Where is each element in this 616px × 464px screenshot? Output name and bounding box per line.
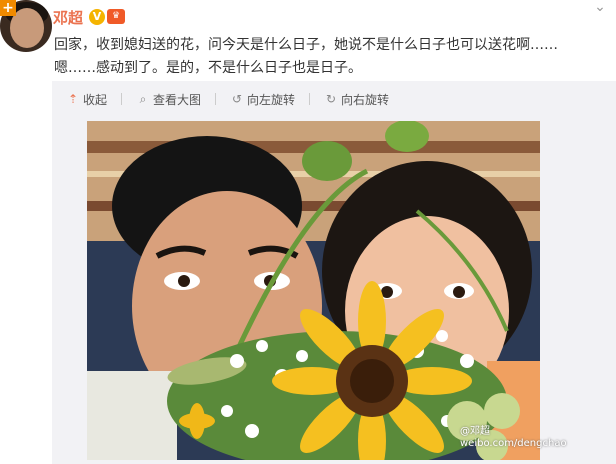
arrow-up-icon: ⇡ (67, 92, 79, 106)
media-toolbar: ⇡ 收起 ⌕ 查看大图 ↺ 向左旋转 ↻ 向右旋转 (52, 81, 616, 117)
rotate-left-icon: ↺ (232, 92, 243, 106)
post-text-line-1: 回家，收到媳妇送的花，问今天是什么日子，她说不是什么日子也可以送花啊…… (54, 37, 558, 53)
collapse-label: 收起 (83, 92, 108, 107)
username[interactable]: 邓超 (53, 7, 83, 28)
watermark-handle: @邓超 (460, 426, 490, 437)
photo-watermark: @邓超 weibo.com/dengchao (460, 426, 567, 450)
collapse-button[interactable]: ⇡ 收起 (66, 91, 107, 108)
rotate-left-button[interactable]: ↺ 向左旋转 (230, 91, 295, 108)
rotate-right-button[interactable]: ↻ 向右旋转 (324, 91, 389, 108)
post-text: 回家，收到媳妇送的花，问今天是什么日子，她说不是什么日子也可以送花啊…… 嗯……… (54, 34, 599, 80)
view-large-label: 查看大图 (153, 92, 202, 107)
watermark-url: weibo.com/dengchao (460, 438, 567, 449)
toolbar-divider (215, 93, 217, 105)
toolbar-divider (121, 93, 123, 105)
view-large-button[interactable]: ⌕ 查看大图 (136, 91, 201, 108)
add-follow-icon[interactable]: + (0, 0, 16, 16)
rotate-right-label: 向右旋转 (341, 92, 390, 107)
vip-crown-icon[interactable]: ♛ (107, 9, 125, 24)
post-photo[interactable] (87, 121, 540, 460)
post-text-line-2: 嗯……感动到了。是的，不是什么日子也是日子。 (54, 60, 362, 76)
magnifier-icon: ⌕ (139, 91, 147, 106)
verified-v-icon: V (89, 9, 105, 25)
selfie-photo-illustration (87, 121, 540, 460)
rotate-right-icon: ↻ (326, 92, 337, 106)
toolbar-divider (309, 93, 311, 105)
chevron-down-icon[interactable]: ⌄ (590, 0, 610, 14)
rotate-left-label: 向左旋转 (247, 92, 296, 107)
